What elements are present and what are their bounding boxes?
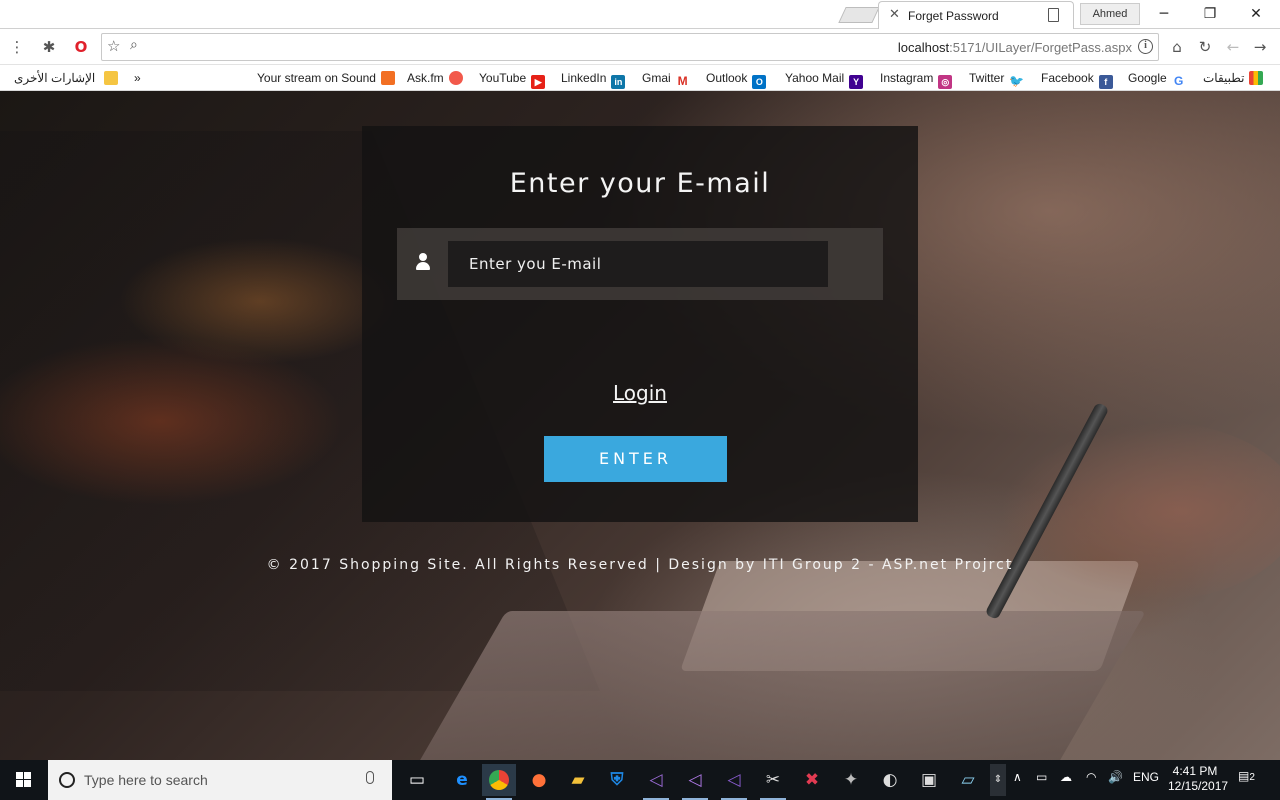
visual-studio-icon[interactable]: ◁	[639, 764, 673, 800]
linkedin-icon: in	[611, 75, 626, 89]
apps-shortcut[interactable]: تطبيقات	[1203, 69, 1264, 87]
bookmarks-overflow[interactable]: »	[134, 69, 141, 87]
start-button[interactable]	[0, 760, 48, 800]
new-tab-button[interactable]	[838, 7, 880, 23]
forward-icon[interactable]: ←	[1222, 36, 1244, 58]
bookmark-gmail[interactable]: Gmai M	[642, 69, 690, 88]
app-bird-icon[interactable]: ✦	[834, 764, 868, 796]
close-window-button[interactable]: ✕	[1233, 0, 1279, 29]
bookmark-youtube[interactable]: YouTube ▶	[479, 69, 546, 89]
browser-titlebar: ✕ Forget Password Ahmed ─ ❐ ✕	[0, 0, 1280, 29]
bookmark-yahoo[interactable]: Yahoo Mail Y	[785, 69, 864, 89]
windows-defender-icon[interactable]: ⛨	[600, 764, 634, 796]
reload-icon[interactable]: ↻	[1194, 36, 1216, 58]
minimize-button[interactable]: ─	[1141, 0, 1187, 29]
browser-tab[interactable]: ✕ Forget Password	[878, 1, 1074, 29]
instagram-icon: ◎	[938, 75, 953, 89]
taskbar-scroll[interactable]: ⇕	[990, 764, 1006, 796]
bookmark-outlook[interactable]: Outlook O	[706, 69, 767, 89]
email-field[interactable]	[448, 241, 828, 287]
taskbar-search[interactable]: Type here to search	[48, 760, 392, 800]
back-icon[interactable]: →	[1249, 36, 1271, 58]
menu-dots-icon[interactable]: ⋮	[6, 36, 28, 58]
show-hidden-icons[interactable]: ∧	[1013, 770, 1022, 784]
tab-close-icon[interactable]: ✕	[889, 7, 900, 22]
chrome-icon[interactable]	[482, 764, 516, 800]
action-center-icon[interactable]: ▤2	[1238, 769, 1255, 783]
clock-date: 12/15/2017	[1168, 779, 1229, 793]
gmail-icon: M	[675, 74, 690, 88]
maximize-button[interactable]: ❐	[1187, 0, 1233, 29]
firefox-icon[interactable]: ●	[522, 764, 556, 796]
yahoo-icon: Y	[849, 75, 864, 89]
microphone-icon[interactable]	[366, 771, 374, 784]
browser-toolbar: ⋮ ✱ O ☆ ⌕ localhost:5171/UILayer/ForgetP…	[0, 29, 1280, 65]
background-keyboard	[413, 611, 1147, 760]
forget-password-form: Enter your E-mail Login ENTER	[362, 126, 918, 522]
visual-studio-3-icon[interactable]: ◁	[717, 764, 751, 800]
user-icon	[415, 253, 431, 271]
site-info-icon[interactable]: i	[1138, 39, 1153, 54]
cortana-icon	[59, 772, 75, 788]
volume-icon[interactable]: 🔊	[1108, 770, 1123, 784]
google-icon: G	[1171, 74, 1186, 88]
bookmark-askfm[interactable]: Ask.fm	[407, 69, 463, 87]
bookmark-star-icon[interactable]: ☆	[107, 37, 120, 55]
search-placeholder: Type here to search	[84, 772, 208, 788]
visual-studio-2-icon[interactable]: ◁	[678, 764, 712, 800]
tab-title: Forget Password	[908, 9, 999, 23]
page-icon	[1048, 8, 1059, 22]
url-text[interactable]: localhost:5171/UILayer/ForgetPass.aspx	[898, 40, 1132, 55]
form-title: Enter your E-mail	[509, 168, 771, 199]
bookmark-linkedin[interactable]: LinkedIn in	[561, 69, 626, 89]
bookmark-google[interactable]: Google G	[1128, 69, 1186, 88]
bookmarks-bar: الإشارات الأخرى » Your stream on Sound A…	[0, 65, 1280, 91]
copyright-footer: © 2017 Shopping Site. All Rights Reserve…	[266, 557, 1014, 573]
windows-taskbar: Type here to search ▭ e ● ▰ ⛨ ◁ ◁ ◁ ✂ ✖ …	[0, 760, 1280, 800]
wifi-icon[interactable]: ◠	[1086, 770, 1096, 784]
home-icon[interactable]: ⌂	[1166, 36, 1188, 58]
askfm-icon	[448, 71, 463, 85]
task-view-icon[interactable]: ▭	[400, 764, 434, 796]
bookmark-soundcloud[interactable]: Your stream on Sound	[257, 69, 395, 87]
bookmark-twitter[interactable]: Twitter 🐦	[969, 69, 1025, 88]
tools-icon[interactable]: ✂	[756, 764, 790, 800]
address-bar[interactable]: ☆ ⌕ localhost:5171/UILayer/ForgetPass.as…	[101, 33, 1159, 61]
zoom-icon[interactable]: ⌕	[130, 37, 138, 53]
twitter-icon: 🐦	[1009, 74, 1025, 88]
xmind-icon[interactable]: ✖	[795, 764, 829, 796]
page-background: Enter your E-mail Login ENTER © 2017 Sho…	[0, 91, 1280, 760]
notes-icon[interactable]: ▱	[951, 764, 985, 796]
system-clock[interactable]: 4:41 PM 12/15/2017	[1168, 764, 1229, 794]
bookmark-facebook[interactable]: Facebook f	[1041, 69, 1113, 89]
file-explorer-icon[interactable]: ▰	[561, 764, 595, 796]
profile-button[interactable]: Ahmed	[1080, 3, 1140, 25]
notification-count: 2	[1249, 772, 1255, 783]
sql-tool-icon[interactable]: ▣	[912, 764, 946, 796]
bookmark-instagram[interactable]: Instagram ◎	[880, 69, 953, 89]
login-link[interactable]: Login	[362, 381, 918, 405]
soundcloud-icon	[380, 71, 395, 85]
apps-grid-icon	[1249, 71, 1264, 85]
folder-icon	[103, 71, 118, 85]
enter-button[interactable]: ENTER	[544, 436, 727, 482]
email-input-group	[397, 228, 883, 300]
extension-puzzle-icon[interactable]: ✱	[38, 36, 60, 58]
facebook-icon: f	[1098, 75, 1113, 89]
battery-icon[interactable]: ▭	[1036, 770, 1047, 784]
outlook-icon: O	[752, 75, 767, 89]
paint-icon[interactable]: ◐	[873, 764, 907, 796]
opera-icon[interactable]: O	[70, 36, 92, 58]
clock-time: 4:41 PM	[1172, 764, 1218, 778]
edge-icon[interactable]: e	[445, 764, 479, 796]
onedrive-icon[interactable]: ☁	[1060, 770, 1072, 784]
other-bookmarks[interactable]: الإشارات الأخرى	[14, 69, 118, 87]
youtube-icon: ▶	[531, 75, 546, 89]
language-indicator[interactable]: ENG	[1133, 770, 1159, 784]
